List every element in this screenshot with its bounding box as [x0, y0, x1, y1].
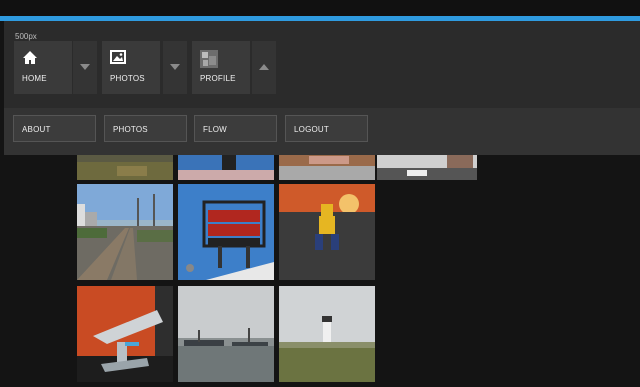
photo-wolverine-figure [279, 184, 375, 280]
photos-dropdown-button[interactable] [163, 41, 187, 94]
about-label: ABOUT [22, 125, 51, 134]
app-name: 500px [15, 32, 37, 41]
photo-railroad-tracks [77, 184, 173, 280]
chevron-down-icon [170, 64, 180, 70]
photo-public-market-sign [178, 184, 274, 280]
flow-label: FLOW [203, 125, 227, 134]
logout-button[interactable]: LOGOUT [285, 115, 368, 142]
photo-tile[interactable] [279, 184, 375, 280]
photo-tile[interactable] [77, 184, 173, 280]
avatar-thumbnail [200, 50, 218, 73]
photo-tile[interactable] [178, 286, 274, 382]
nav-bar: 500px HOME PHOTOS PROFILE [4, 21, 640, 108]
photo-harbor-boats [178, 286, 274, 382]
photos-submenu-label: PHOTOS [113, 125, 148, 134]
image-icon [110, 50, 126, 69]
nav-photos-button[interactable]: PHOTOS [102, 41, 160, 94]
nav-home-label: HOME [22, 74, 47, 83]
chevron-down-icon [80, 64, 90, 70]
about-button[interactable]: ABOUT [13, 115, 96, 142]
nav-photos-label: PHOTOS [110, 74, 145, 83]
flow-button[interactable]: FLOW [194, 115, 277, 142]
photos-submenu-button[interactable]: PHOTOS [104, 115, 187, 142]
home-dropdown-button[interactable] [73, 41, 97, 94]
photo-lighthouse [279, 286, 375, 382]
home-icon [22, 50, 38, 70]
photo-tile[interactable] [77, 286, 173, 382]
nav-home-button[interactable]: HOME [14, 41, 72, 94]
profile-submenu: ABOUT PHOTOS FLOW LOGOUT [4, 108, 640, 155]
logout-label: LOGOUT [294, 125, 329, 134]
chevron-up-icon [259, 64, 269, 70]
photo-tile[interactable] [279, 286, 375, 382]
photo-tile[interactable] [178, 184, 274, 280]
nav-profile-button[interactable]: PROFILE [192, 41, 250, 94]
nav-profile-label: PROFILE [200, 74, 236, 83]
profile-dropdown-button[interactable] [252, 41, 276, 94]
title-strip [0, 0, 640, 16]
photo-toy-ship [77, 286, 173, 382]
